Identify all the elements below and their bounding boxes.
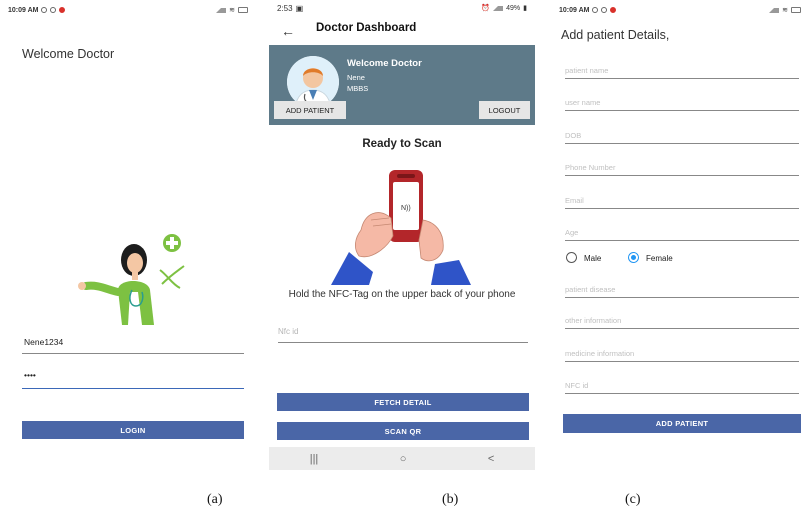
patient-name-field[interactable]: patient name [565,66,799,79]
nfc-instruction: Hold the NFC-Tag on the upper back of yo… [288,289,516,300]
notification-icon [601,7,608,13]
caption-c: (c) [625,492,641,507]
email-field[interactable]: Email [565,196,799,209]
header-title: Welcome Doctor [347,58,422,69]
fetch-detail-button[interactable]: FETCH DETAIL [277,393,529,411]
nfc-id-field[interactable]: NFC id [565,381,799,394]
age-field[interactable]: Age [565,228,799,241]
dob-field[interactable]: DOB [565,131,799,144]
nfc-id-field[interactable]: Nfc id [278,327,528,343]
add-patient-screen: 10:09 AM ≋ Add patient Details, patient … [551,0,809,470]
battery-icon: ▮ [523,5,527,12]
male-radio[interactable] [566,252,577,263]
medicine-information-placeholder: medicine information [565,349,635,358]
wifi-icon: ≋ [229,7,235,14]
email-placeholder: Email [565,196,584,205]
notification-icon [592,7,599,13]
dob-placeholder: DOB [565,131,582,140]
welcome-heading: Welcome Doctor [22,47,115,61]
page-title: Add patient Details, [561,28,670,42]
battery-icon [791,7,801,13]
doctor-degree: MBBS [347,84,369,93]
scan-title: Ready to Scan [362,138,442,150]
medicine-information-field[interactable]: medicine information [565,349,799,362]
add-patient-submit-button[interactable]: ADD PATIENT [563,414,801,433]
alarm-icon: ⏰ [481,5,491,12]
login-button[interactable]: LOGIN [22,421,244,439]
user-name-field[interactable]: user name [565,98,799,111]
doctor-name: Nene [347,73,365,82]
doctor-dashboard-screen: 2:53 ▣ ⏰ 49% ▮ ← Doctor Dashboard Welcom… [269,0,535,470]
female-label: Female [646,254,673,263]
status-bar: 2:53 ▣ ⏰ 49% ▮ [269,0,535,16]
password-field[interactable]: •••• [22,370,244,389]
notification-icon [41,7,48,13]
patient-disease-field[interactable]: patient disease [565,285,799,298]
status-time: 10:09 AM [559,6,590,14]
signal-icon [493,5,504,11]
nfc-id-placeholder: NFC id [565,381,589,390]
logout-button[interactable]: LOGOUT [479,101,530,119]
username-field[interactable]: Nene1234 [22,337,244,354]
notification-icon [50,7,57,13]
login-screen: 10:09 AM ≋ Welcome Doctor Nene1234 •••• … [0,0,256,470]
back-arrow-icon[interactable]: ← [281,20,295,42]
female-radio[interactable] [628,252,639,263]
add-patient-button[interactable]: ADD PATIENT [274,101,346,119]
status-bar: 10:09 AM ≋ [551,0,809,20]
mail-icon: ▣ [295,3,304,13]
doctor-illustration [78,234,185,325]
caption-b: (b) [442,492,459,507]
male-label: Male [584,254,602,263]
caption-a: (a) [207,492,223,507]
phone-number-field[interactable]: Phone Number [565,163,799,176]
status-time: 2:53 [277,3,293,13]
battery-level: 49% [506,4,521,12]
back-icon[interactable]: < [488,453,494,465]
signal-icon [216,7,227,13]
scan-qr-button[interactable]: SCAN QR [277,422,529,440]
signal-icon [769,7,780,13]
battery-icon [238,7,248,13]
wifi-icon: ≋ [782,7,788,14]
user-name-placeholder: user name [565,98,601,107]
other-information-placeholder: other information [565,316,622,325]
other-information-field[interactable]: other information [565,316,799,329]
home-icon[interactable]: ○ [400,453,407,465]
status-bar: 10:09 AM ≋ [0,0,256,20]
username-value: Nene1234 [24,337,64,347]
nfc-phone-illustration: N)) [331,170,471,285]
patient-name-placeholder: patient name [565,66,609,75]
app-bar-title: Doctor Dashboard [316,22,417,34]
age-placeholder: Age [565,228,579,237]
phone-number-placeholder: Phone Number [565,163,616,172]
patient-disease-placeholder: patient disease [565,285,616,294]
nfc-id-placeholder: Nfc id [278,327,299,336]
svg-text:N)): N)) [401,205,411,212]
status-time: 10:09 AM [8,6,39,14]
app-notification-icon [59,7,66,13]
recent-apps-icon[interactable]: ||| [310,453,319,465]
system-nav-bar: ||| ○ < [269,447,535,470]
app-notification-icon [610,7,617,13]
password-value: •••• [24,370,36,380]
